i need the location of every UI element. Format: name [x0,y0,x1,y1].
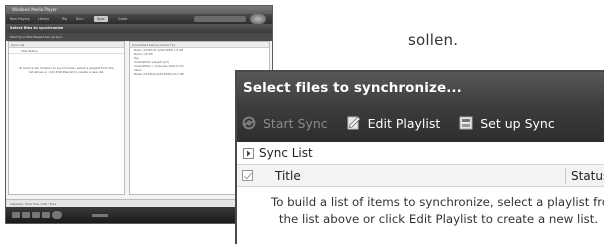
thumb-empty-message: To build a list of items to synchronize,… [19,66,114,74]
thumb-status-footer: Capacity: Total Free 1,08 / Free [6,199,272,207]
thumb-stop-button[interactable] [32,212,40,218]
column-divider[interactable] [565,168,566,184]
edit-playlist-button[interactable]: Edit Playlist [346,115,441,131]
thumb-repeat-button[interactable] [22,212,30,218]
empty-sync-list-message: To build a list of items to synchronize,… [237,194,604,228]
thumb-search-input[interactable] [194,16,246,22]
edit-playlist-label: Edit Playlist [367,115,441,131]
thumb-tab-library[interactable]: Library [38,16,49,22]
caption-text: sollen. [408,31,459,49]
column-title[interactable]: Title [275,165,301,187]
thumb-player-controls [6,207,272,223]
sync-list-column-header: Title Status [237,165,604,187]
start-sync-button[interactable]: Start Sync [241,115,328,131]
thumb-play-button[interactable] [52,211,62,219]
thumb-sync-toolbar: Start Sync Edit Playlist Set up Sync [6,33,272,41]
thumb-previous-button[interactable] [42,212,50,218]
empty-message-line-2: the list above or click Edit Playlist to… [278,212,599,226]
media-player-window-thumbnail: Windows Media Player Now Playing Library… [5,5,273,224]
thumb-tab-rip[interactable]: Rip [62,16,67,22]
thumb-tab-guide[interactable]: Guide [118,16,127,22]
empty-message-line-1: To build a list of items to synchronize,… [271,195,604,209]
setup-sync-icon [458,115,474,131]
thumb-tab-now-playing[interactable]: Now Playing [10,16,30,22]
sync-list-label: Sync List [259,146,313,160]
thumb-tab-sync[interactable]: Sync [94,16,108,22]
thumb-tab-bar: Now Playing Library Rip Burn Sync Guide [6,14,272,24]
sync-toolbar: Start Sync Edit Playlist Set up Sync [237,104,604,142]
sync-panel-zoom: Select files to synchronize... Start Syn… [235,70,604,244]
thumb-tab-burn[interactable]: Burn [76,16,83,22]
thumb-sync-list-columns: Title Status [9,48,124,54]
thumb-volume-slider[interactable] [92,214,108,217]
column-status[interactable]: Status [571,165,604,187]
expand-arrow-icon[interactable] [243,147,254,159]
thumb-media-guide-orb[interactable] [250,14,266,24]
set-up-sync-label: Set up Sync [480,115,555,131]
thumb-sync-header: Select files to synchronize [6,24,272,33]
sync-list-header[interactable]: Sync List [237,142,604,165]
set-up-sync-button[interactable]: Set up Sync [458,115,555,131]
sync-panel-header: Select files to synchronize... [237,72,604,104]
select-all-checkbox[interactable] [242,170,253,181]
sync-icon [241,115,257,131]
start-sync-label: Start Sync [263,115,328,131]
thumb-shuffle-button[interactable] [12,212,20,218]
thumb-title-bar: Windows Media Player [6,6,272,14]
thumb-sync-list-pane: Sync List Title Status To build a list o… [8,41,125,195]
edit-playlist-icon [346,115,362,131]
